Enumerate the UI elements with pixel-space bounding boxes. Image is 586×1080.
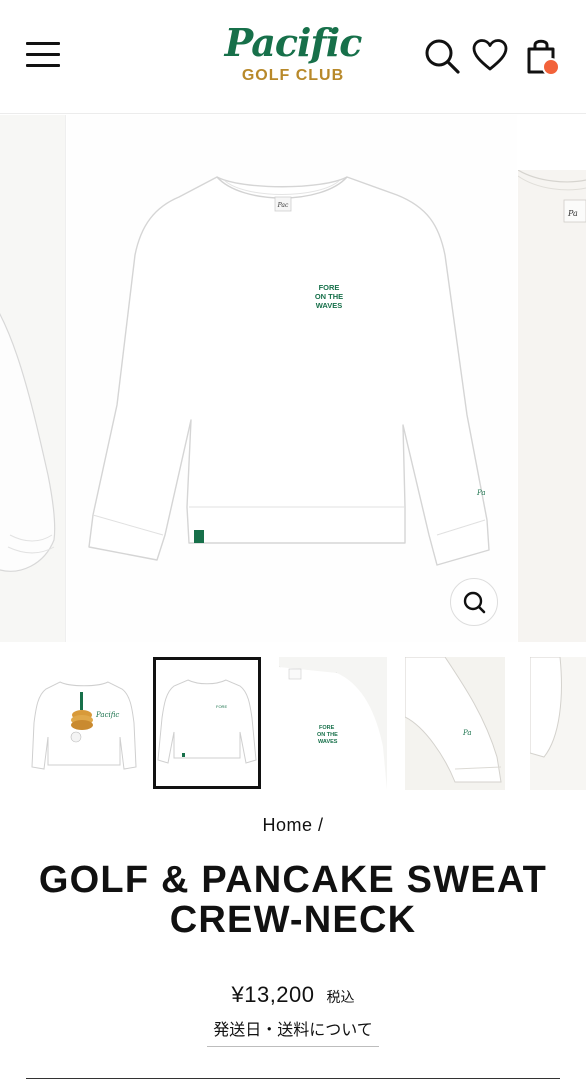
shipping-info-link[interactable]: 発送日・送料について <box>207 1016 379 1047</box>
breadcrumb: Home / <box>0 815 586 836</box>
svg-text:ON THE: ON THE <box>317 732 338 738</box>
menu-icon[interactable] <box>24 38 64 72</box>
product-price: ¥13,200 <box>231 982 315 1007</box>
menu-bar <box>26 42 60 45</box>
product-title: GOLF & PANCAKE SWEAT CREW-NECK <box>38 859 548 941</box>
gallery-next-slide[interactable]: Pa <box>518 170 586 642</box>
svg-text:Pa: Pa <box>462 729 472 737</box>
site-logo[interactable]: Pacific GOLF CLUB <box>205 20 381 96</box>
svg-text:FORE: FORE <box>216 704 227 709</box>
svg-text:WAVES: WAVES <box>318 739 338 745</box>
menu-bar <box>26 53 60 56</box>
thumbnail-chest-detail[interactable]: FORE ON THE WAVES <box>279 657 387 790</box>
svg-text:Pacific: Pacific <box>95 711 119 719</box>
site-header: Pacific GOLF CLUB <box>0 0 586 114</box>
cart-badge <box>542 58 560 76</box>
menu-bar <box>26 64 60 67</box>
tax-label: 税込 <box>326 989 355 1005</box>
thumbnail-cuff[interactable] <box>530 657 586 790</box>
svg-text:ON THE: ON THE <box>315 292 343 301</box>
thumbnail-strip: Pacific FORE FORE ON THE WAVES Pa <box>0 655 586 790</box>
product-gallery[interactable]: Pac FORE ON THE WAVES Pa Pa <box>0 115 586 642</box>
svg-text:Pa: Pa <box>567 209 578 218</box>
logo-subtitle: GOLF CLUB <box>241 67 345 84</box>
search-icon[interactable] <box>422 36 462 76</box>
price-row: ¥13,200 税込 <box>0 982 586 1008</box>
gallery-main-image[interactable]: Pac FORE ON THE WAVES Pa <box>67 115 517 642</box>
zoom-button[interactable] <box>450 578 498 626</box>
breadcrumb-separator: / <box>318 815 324 835</box>
section-divider <box>26 1078 560 1079</box>
zoom-icon <box>463 591 486 614</box>
svg-text:FORE: FORE <box>319 283 340 292</box>
thumbnail-front[interactable]: FORE <box>153 657 261 789</box>
heart-icon[interactable] <box>470 36 510 76</box>
gallery-prev-slide[interactable] <box>0 115 66 642</box>
svg-text:FORE: FORE <box>319 725 335 731</box>
thumbnail-back-print[interactable]: Pacific <box>30 657 138 790</box>
svg-text:WAVES: WAVES <box>316 301 343 310</box>
thumbnail-sleeve-detail[interactable]: Pa <box>405 657 505 790</box>
logo-script: Pacific <box>224 20 363 65</box>
svg-text:Pac: Pac <box>277 202 289 209</box>
breadcrumb-home-link[interactable]: Home <box>262 815 312 835</box>
svg-text:Pa: Pa <box>476 489 486 497</box>
